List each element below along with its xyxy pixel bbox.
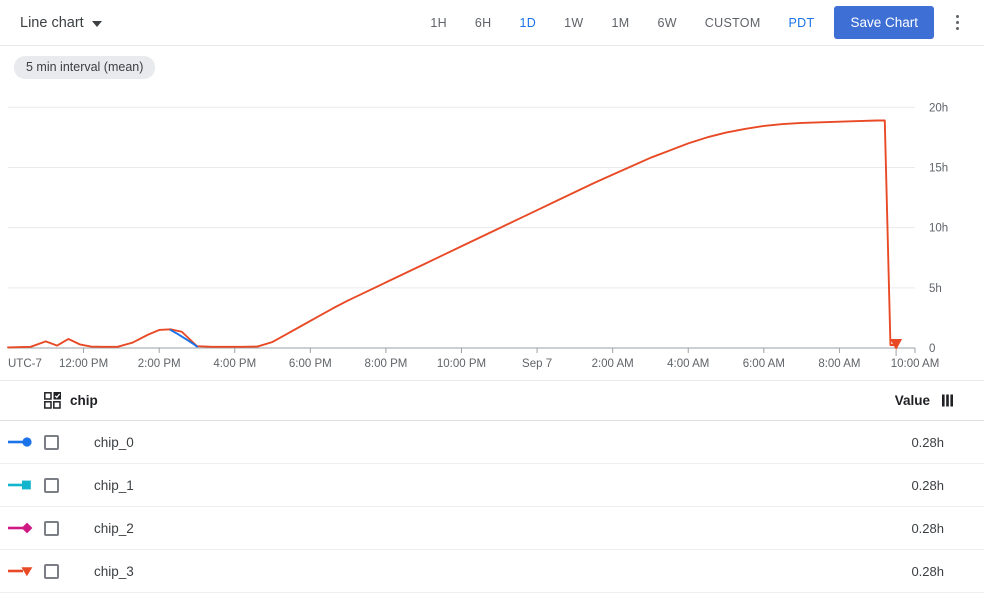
header-value-cell: Value [848, 393, 968, 408]
series-name: chip_1 [94, 477, 134, 493]
series-swatch [0, 564, 44, 578]
line-chart-svg: 0 5h 10h 15h 20h UTC-7 12:00 PM 2:00 PM 4:00 PM… [7, 102, 948, 370]
table-row[interactable]: chip_3 0.28h [0, 550, 984, 593]
kebab-menu-icon[interactable] [942, 6, 972, 40]
kebab-dot [955, 27, 959, 30]
chart-type-selector[interactable]: Line chart [18, 11, 104, 35]
row-checkbox-cell [44, 520, 74, 536]
series-swatch [0, 435, 44, 449]
kebab-dot [955, 21, 959, 24]
save-chart-button[interactable]: Save Chart [834, 6, 934, 39]
series-name: chip_2 [94, 520, 134, 536]
row-checkbox-cell [44, 477, 74, 493]
series-checkbox[interactable] [44, 434, 59, 450]
chart-end-marker [890, 338, 903, 356]
svg-text:0: 0 [929, 343, 935, 355]
chart-series-lines [7, 119, 898, 349]
svg-text:Sep 7: Sep 7 [522, 358, 552, 370]
chart-x-axis-labels: UTC-7 12:00 PM 2:00 PM 4:00 PM 6:00 PM 8:00 P… [8, 358, 939, 370]
svg-text:6:00 PM: 6:00 PM [289, 358, 332, 370]
chart-y-axis-labels: 0 5h 10h 15h 20h [929, 102, 948, 355]
range-button-6w[interactable]: 6W [643, 8, 690, 38]
svg-text:2:00 AM: 2:00 AM [592, 358, 634, 370]
kebab-dot [955, 15, 959, 18]
svg-text:8:00 AM: 8:00 AM [818, 358, 860, 370]
svg-text:5h: 5h [929, 283, 942, 295]
svg-text:15h: 15h [929, 162, 948, 174]
chart-x-axis-ticks [83, 348, 916, 353]
series-table: chip Value chip_0 0.28h chip_1 0.28h chi… [0, 380, 984, 593]
series-value: 0.28h [911, 563, 944, 579]
select-all-grid-icon[interactable] [44, 392, 61, 409]
table-row[interactable]: chip_1 0.28h [0, 464, 984, 507]
svg-text:10h: 10h [929, 223, 948, 235]
series-value: 0.28h [911, 477, 944, 493]
svg-text:20h: 20h [929, 102, 948, 114]
chart-type-label: Line chart [20, 14, 84, 31]
range-button-1m[interactable]: 1M [597, 8, 643, 38]
legend-line-triangle-icon [8, 567, 33, 577]
legend-line-circle-icon [8, 437, 32, 447]
chart-page: Line chart 1H 6H 1D 1W 1M 6W CUSTOM PDT … [0, 0, 984, 605]
legend-line-diamond-icon [8, 522, 33, 534]
range-button-1d[interactable]: 1D [506, 8, 551, 38]
svg-text:UTC-7: UTC-7 [8, 358, 42, 370]
svg-text:12:00 PM: 12:00 PM [59, 358, 108, 370]
series-swatch [0, 521, 44, 535]
series-name: chip_3 [94, 563, 134, 579]
header-group-cell: chip [44, 392, 848, 409]
interval-row: 5 min interval (mean) [0, 46, 984, 80]
table-header-row: chip Value [0, 381, 984, 421]
series-checkbox[interactable] [44, 477, 59, 493]
column-settings-icon[interactable] [942, 394, 956, 407]
row-checkbox-cell [44, 563, 74, 579]
svg-text:8:00 PM: 8:00 PM [365, 358, 408, 370]
timezone-button[interactable]: PDT [775, 8, 829, 38]
series-value: 0.28h [911, 434, 944, 450]
time-range-group: 1H 6H 1D 1W 1M 6W CUSTOM [416, 8, 774, 38]
svg-text:10:00 AM: 10:00 AM [891, 358, 940, 370]
range-button-custom[interactable]: CUSTOM [691, 8, 775, 38]
series-checkbox[interactable] [44, 520, 59, 536]
table-row[interactable]: chip_2 0.28h [0, 507, 984, 550]
chart-canvas[interactable]: 0 5h 10h 15h 20h UTC-7 12:00 PM 2:00 PM 4:00 PM… [0, 80, 984, 380]
chart-gridlines [8, 106, 915, 349]
range-button-1w[interactable]: 1W [550, 8, 597, 38]
series-name: chip_0 [94, 434, 134, 450]
interval-chip[interactable]: 5 min interval (mean) [14, 56, 156, 79]
svg-text:10:00 PM: 10:00 PM [437, 358, 486, 370]
svg-text:2:00 PM: 2:00 PM [138, 358, 181, 370]
series-checkbox[interactable] [44, 563, 59, 579]
series-value: 0.28h [911, 520, 944, 536]
range-button-1h[interactable]: 1H [416, 8, 461, 38]
series-swatch [0, 478, 44, 492]
group-column-header: chip [70, 393, 98, 408]
table-row[interactable]: chip_0 0.28h [0, 421, 984, 464]
chevron-down-icon [91, 20, 102, 27]
chart-toolbar: Line chart 1H 6H 1D 1W 1M 6W CUSTOM PDT … [0, 0, 984, 46]
svg-text:6:00 AM: 6:00 AM [743, 358, 785, 370]
svg-text:4:00 AM: 4:00 AM [667, 358, 709, 370]
row-checkbox-cell [44, 434, 74, 450]
value-column-header: Value [894, 393, 930, 408]
svg-text:4:00 PM: 4:00 PM [213, 358, 256, 370]
range-button-6h[interactable]: 6H [461, 8, 506, 38]
legend-line-square-icon [8, 480, 31, 490]
